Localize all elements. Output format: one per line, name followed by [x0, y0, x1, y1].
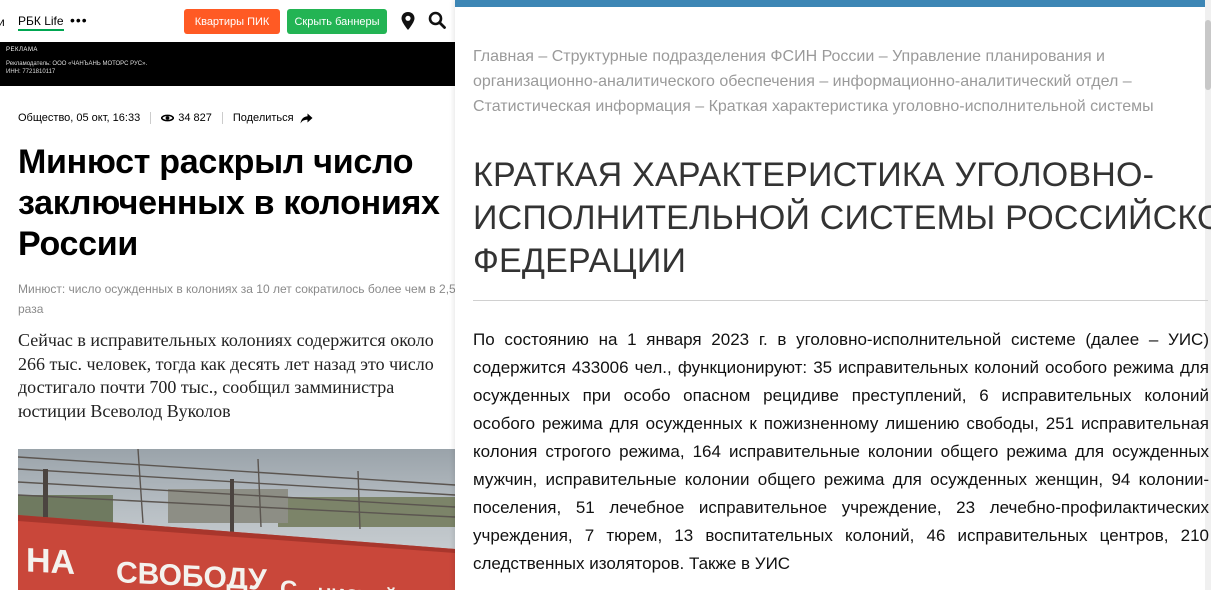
page-title: КРАТКАЯ ХАРАКТЕРИСТИКА УГОЛОВНО- ИСПОЛНИ…	[473, 154, 1211, 283]
category-date[interactable]: Общество, 05 окт, 16:33	[18, 112, 140, 124]
page-title-line: ФЕДЕРАЦИИ	[473, 242, 687, 280]
scrollbar-thumb[interactable]	[1205, 20, 1211, 90]
advertisement-banner[interactable]: РЕКЛАМА Рекламодатель: ООО «ЧАНЪАНЬ МОТО…	[0, 42, 455, 86]
hide-banners-button[interactable]: Скрыть баннеры	[287, 9, 387, 34]
article-photo[interactable]: НА СВОБОДУ С ЧИСТОЙ СОВЕСТЬЮ	[18, 449, 455, 590]
nav-item-rbk-life[interactable]: РБК Life	[18, 14, 64, 31]
ad-advertiser: Рекламодатель: ООО «ЧАНЪАНЬ МОТОРС РУС».	[6, 61, 148, 67]
search-icon[interactable]	[428, 11, 446, 29]
share-arrow-icon	[300, 113, 313, 123]
views-count: 34 827	[178, 112, 212, 124]
top-navigation: и РБК Life ••• Квартиры ПИК Скрыть банне…	[0, 0, 455, 42]
eye-icon	[161, 114, 175, 122]
nav-item-cut[interactable]: и	[0, 15, 5, 29]
share-button[interactable]: Поделиться	[233, 112, 313, 124]
article-lead: Минюст: число осужденных в колониях за 1…	[18, 282, 455, 316]
meta-divider	[221, 112, 223, 124]
pik-apartments-button[interactable]: Квартиры ПИК	[184, 9, 280, 34]
header-stripe	[455, 0, 1211, 7]
meta-divider	[150, 112, 152, 124]
page-title-line: ИСПОЛНИТЕЛЬНОЙ СИСТЕМЫ РОССИЙСКОЙ	[473, 199, 1211, 237]
nav-more-button[interactable]: •••	[70, 12, 88, 28]
article-body: Сейчас в исправительных колониях содержи…	[18, 330, 434, 421]
article-headline: Минюст раскрыл число заключенных в колон…	[18, 143, 440, 263]
title-divider	[473, 300, 1208, 301]
document-body: По состоянию на 1 января 2023 г. в уголо…	[473, 330, 1209, 573]
location-pin-icon[interactable]	[400, 11, 416, 31]
svg-text:С: С	[280, 576, 297, 590]
rbc-article-pane: и РБК Life ••• Квартиры ПИК Скрыть банне…	[0, 0, 455, 590]
svg-text:НА: НА	[26, 541, 75, 582]
views-counter: 34 827	[161, 112, 212, 124]
share-label: Поделиться	[232, 112, 294, 124]
ad-inn: ИНН: 7721810117	[6, 69, 56, 75]
article-meta: Общество, 05 окт, 16:33 34 827 Поделитьс…	[18, 110, 313, 126]
fsin-document-pane: Главная – Структурные подразделения ФСИН…	[455, 0, 1211, 590]
breadcrumb[interactable]: Главная – Структурные подразделения ФСИН…	[473, 44, 1198, 119]
prison-banner-illustration: НА СВОБОДУ С ЧИСТОЙ СОВЕСТЬЮ	[18, 449, 455, 590]
page-title-line: КРАТКАЯ ХАРАКТЕРИСТИКА УГОЛОВНО-	[473, 156, 1155, 194]
ad-label: РЕКЛАМА	[6, 47, 38, 53]
